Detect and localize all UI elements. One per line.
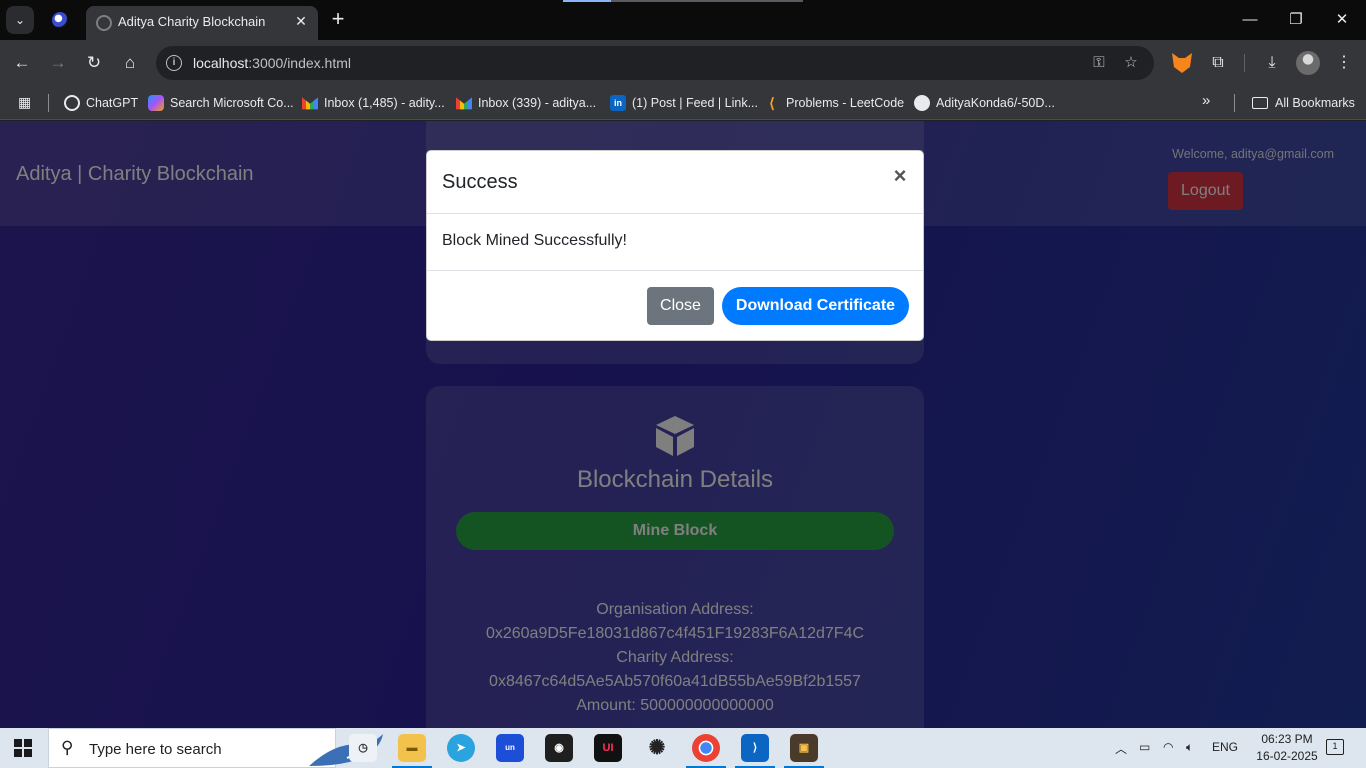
profile-avatar[interactable] bbox=[1296, 51, 1320, 75]
package-app-icon[interactable]: ▣ bbox=[784, 734, 824, 768]
tab-close-icon[interactable]: ✕ bbox=[292, 12, 310, 30]
bookmark-label: (1) Post | Feed | Link... bbox=[632, 96, 758, 110]
bookmark-chatgpt[interactable]: ChatGPT bbox=[64, 92, 138, 114]
bookmark-label: Search Microsoft Co... bbox=[170, 96, 294, 110]
github-icon bbox=[914, 95, 930, 111]
clock-date: 16-02-2025 bbox=[1256, 749, 1318, 763]
bookmark-star-icon[interactable]: ☆ bbox=[1120, 52, 1142, 74]
tab-search-button[interactable]: ⌄ bbox=[6, 6, 34, 34]
download-certificate-button[interactable]: Download Certificate bbox=[722, 287, 909, 325]
toolbar-divider bbox=[1244, 54, 1245, 72]
back-button[interactable]: ← bbox=[10, 51, 34, 75]
bookmarks-bar: ▦ ChatGPT Search Microsoft Co... Inbox (… bbox=[0, 86, 1366, 120]
menu-dots-icon[interactable]: ⋮ bbox=[1332, 51, 1356, 75]
all-bookmarks-label: All Bookmarks bbox=[1275, 96, 1355, 110]
downloads-icon[interactable]: ⤓ bbox=[1260, 51, 1284, 75]
vscode-icon[interactable]: ⟩ bbox=[735, 734, 775, 768]
bookmark-label: Problems - LeetCode bbox=[786, 96, 905, 110]
telegram-icon[interactable]: ➤ bbox=[447, 734, 475, 762]
browser-tabstrip: ⌄ Aditya Charity Blockchain ✕ + — ❐ ✕ bbox=[0, 0, 1366, 40]
taskbar-clock[interactable]: 06:23 PM 16-02-2025 bbox=[1254, 731, 1320, 765]
bookmarks-divider bbox=[1234, 94, 1235, 112]
bookmark-gmail-1[interactable]: Inbox (1,485) - adity... bbox=[302, 92, 445, 114]
search-placeholder: Type here to search bbox=[89, 741, 222, 758]
windows-taskbar: ⚲ Type here to search ◷ ▬ ➤ un ◉ UI ✺ ⟩ … bbox=[0, 728, 1366, 768]
address-bar[interactable]: i localhost:3000/index.html ⚿ ☆ bbox=[156, 46, 1154, 80]
all-bookmarks-button[interactable]: All Bookmarks bbox=[1252, 92, 1355, 114]
home-button[interactable]: ⌂ bbox=[118, 51, 142, 75]
bookmark-label: Inbox (1,485) - adity... bbox=[324, 96, 445, 110]
bookmark-linkedin[interactable]: in (1) Post | Feed | Link... bbox=[610, 92, 758, 114]
notification-center-icon[interactable]: 1 bbox=[1326, 739, 1344, 755]
minimize-button[interactable]: — bbox=[1238, 8, 1262, 32]
active-tab[interactable]: Aditya Charity Blockchain ✕ bbox=[86, 6, 318, 40]
chatgpt-icon bbox=[64, 95, 80, 111]
taskbar-search-box[interactable]: ⚲ Type here to search bbox=[48, 728, 383, 768]
bookmark-label: AdityaKonda6/-50D... bbox=[936, 96, 1055, 110]
browser-toolbar: ← → ↻ ⌂ i localhost:3000/index.html ⚿ ☆ … bbox=[0, 40, 1366, 86]
bookmark-github[interactable]: AdityaKonda6/-50D... bbox=[914, 92, 1055, 114]
success-modal: Success × Block Mined Successfully! Clos… bbox=[426, 150, 924, 341]
linkedin-icon: in bbox=[610, 95, 626, 111]
wifi-icon[interactable]: ◠ bbox=[1163, 740, 1173, 754]
copilot-icon bbox=[148, 95, 164, 111]
gmail-icon bbox=[302, 97, 318, 110]
bookmarks-divider bbox=[48, 94, 49, 112]
windows-start-icon[interactable] bbox=[14, 739, 32, 757]
inactive-tab-favicon[interactable] bbox=[52, 12, 68, 28]
chrome-icon[interactable] bbox=[686, 734, 726, 768]
tab-title: Aditya Charity Blockchain bbox=[118, 14, 266, 29]
bookmark-label: ChatGPT bbox=[86, 96, 139, 110]
bookmark-gmail-2[interactable]: Inbox (339) - aditya... bbox=[456, 92, 596, 114]
modal-message: Block Mined Successfully! bbox=[442, 232, 627, 249]
clock-time: 06:23 PM bbox=[1261, 732, 1313, 746]
close-button[interactable]: Close bbox=[647, 287, 714, 325]
loading-indicator bbox=[563, 0, 803, 2]
close-window-button[interactable]: ✕ bbox=[1330, 8, 1354, 32]
bookmark-copilot[interactable]: Search Microsoft Co... bbox=[148, 92, 294, 114]
page-viewport: Aditya | Charity Blockchain Welcome, adi… bbox=[0, 121, 1366, 728]
leetcode-icon: ⟨ bbox=[769, 95, 775, 111]
modal-close-icon[interactable]: × bbox=[889, 165, 911, 187]
modal-header: Success × bbox=[427, 151, 923, 214]
file-explorer-icon[interactable]: ▬ bbox=[392, 734, 432, 768]
metamask-extension-icon[interactable] bbox=[1172, 53, 1192, 73]
modal-footer: Close Download Certificate bbox=[427, 270, 923, 342]
gmail-icon bbox=[456, 97, 472, 110]
battery-icon[interactable]: ▭ bbox=[1139, 740, 1150, 754]
url-text[interactable]: localhost:3000/index.html bbox=[193, 55, 351, 71]
folder-icon bbox=[1252, 97, 1268, 109]
tray-chevron-icon[interactable]: ︿ bbox=[1115, 740, 1127, 757]
language-indicator[interactable]: ENG bbox=[1212, 740, 1238, 754]
more-bookmarks-icon[interactable]: » bbox=[1202, 92, 1210, 109]
bookmark-label: Inbox (339) - aditya... bbox=[478, 96, 597, 110]
key-icon[interactable]: ⚿ bbox=[1088, 52, 1110, 74]
forward-button[interactable]: → bbox=[46, 51, 70, 75]
github-desktop-icon[interactable]: ◉ bbox=[545, 734, 573, 762]
bookmark-leetcode[interactable]: ⟨ Problems - LeetCode bbox=[764, 92, 904, 114]
clock-app-icon[interactable]: ◷ bbox=[349, 734, 377, 762]
apps-grid-icon[interactable]: ▦ bbox=[18, 93, 36, 111]
site-info-icon[interactable]: i bbox=[166, 55, 182, 71]
modal-title: Success bbox=[442, 171, 518, 193]
restore-button[interactable]: ❐ bbox=[1284, 8, 1308, 32]
volume-icon[interactable]: 🔈︎ bbox=[1186, 740, 1193, 755]
chatgpt-app-icon[interactable]: ✺ bbox=[643, 734, 671, 762]
jetbrains-icon[interactable]: UI bbox=[594, 734, 622, 762]
new-tab-button[interactable]: + bbox=[326, 8, 350, 32]
tab-favicon-icon bbox=[96, 15, 112, 31]
extensions-icon[interactable]: ⧉ bbox=[1206, 51, 1230, 75]
unstop-icon[interactable]: un bbox=[496, 734, 524, 762]
search-icon: ⚲ bbox=[61, 738, 74, 757]
reload-button[interactable]: ↻ bbox=[82, 51, 106, 75]
